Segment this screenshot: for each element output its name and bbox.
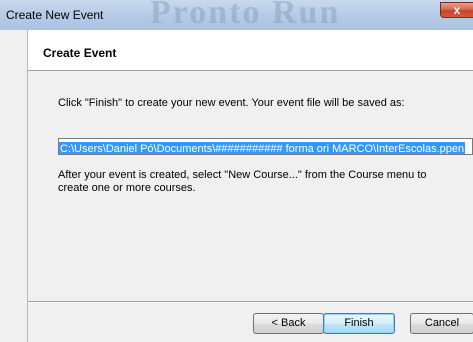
close-button[interactable]: x xyxy=(440,2,473,18)
button-divider xyxy=(28,301,473,303)
wizard-header: Create Event xyxy=(28,30,473,71)
instruction-text: Click "Finish" to create your new event.… xyxy=(58,97,405,109)
back-button[interactable]: < Back xyxy=(253,313,324,334)
file-path-field[interactable]: C:\Users\Daniel Pó\Documents\###########… xyxy=(58,138,473,155)
create-new-event-window: Pronto Run Create New Event x Create Eve… xyxy=(0,0,473,342)
title-bar[interactable]: Pronto Run Create New Event x xyxy=(0,0,473,30)
window-title: Create New Event xyxy=(6,8,104,22)
close-icon: x xyxy=(453,3,461,17)
cancel-button[interactable]: Cancel xyxy=(410,313,473,334)
wizard-panel: Create Event Click "Finish" to create yo… xyxy=(27,30,473,342)
background-window-title: Pronto Run xyxy=(150,0,341,30)
after-create-text: After your event is created, select "New… xyxy=(58,169,427,194)
file-path-text: C:\Users\Daniel Pó\Documents\###########… xyxy=(59,142,466,155)
page-title: Create Event xyxy=(43,46,117,60)
finish-button[interactable]: Finish xyxy=(323,313,395,334)
